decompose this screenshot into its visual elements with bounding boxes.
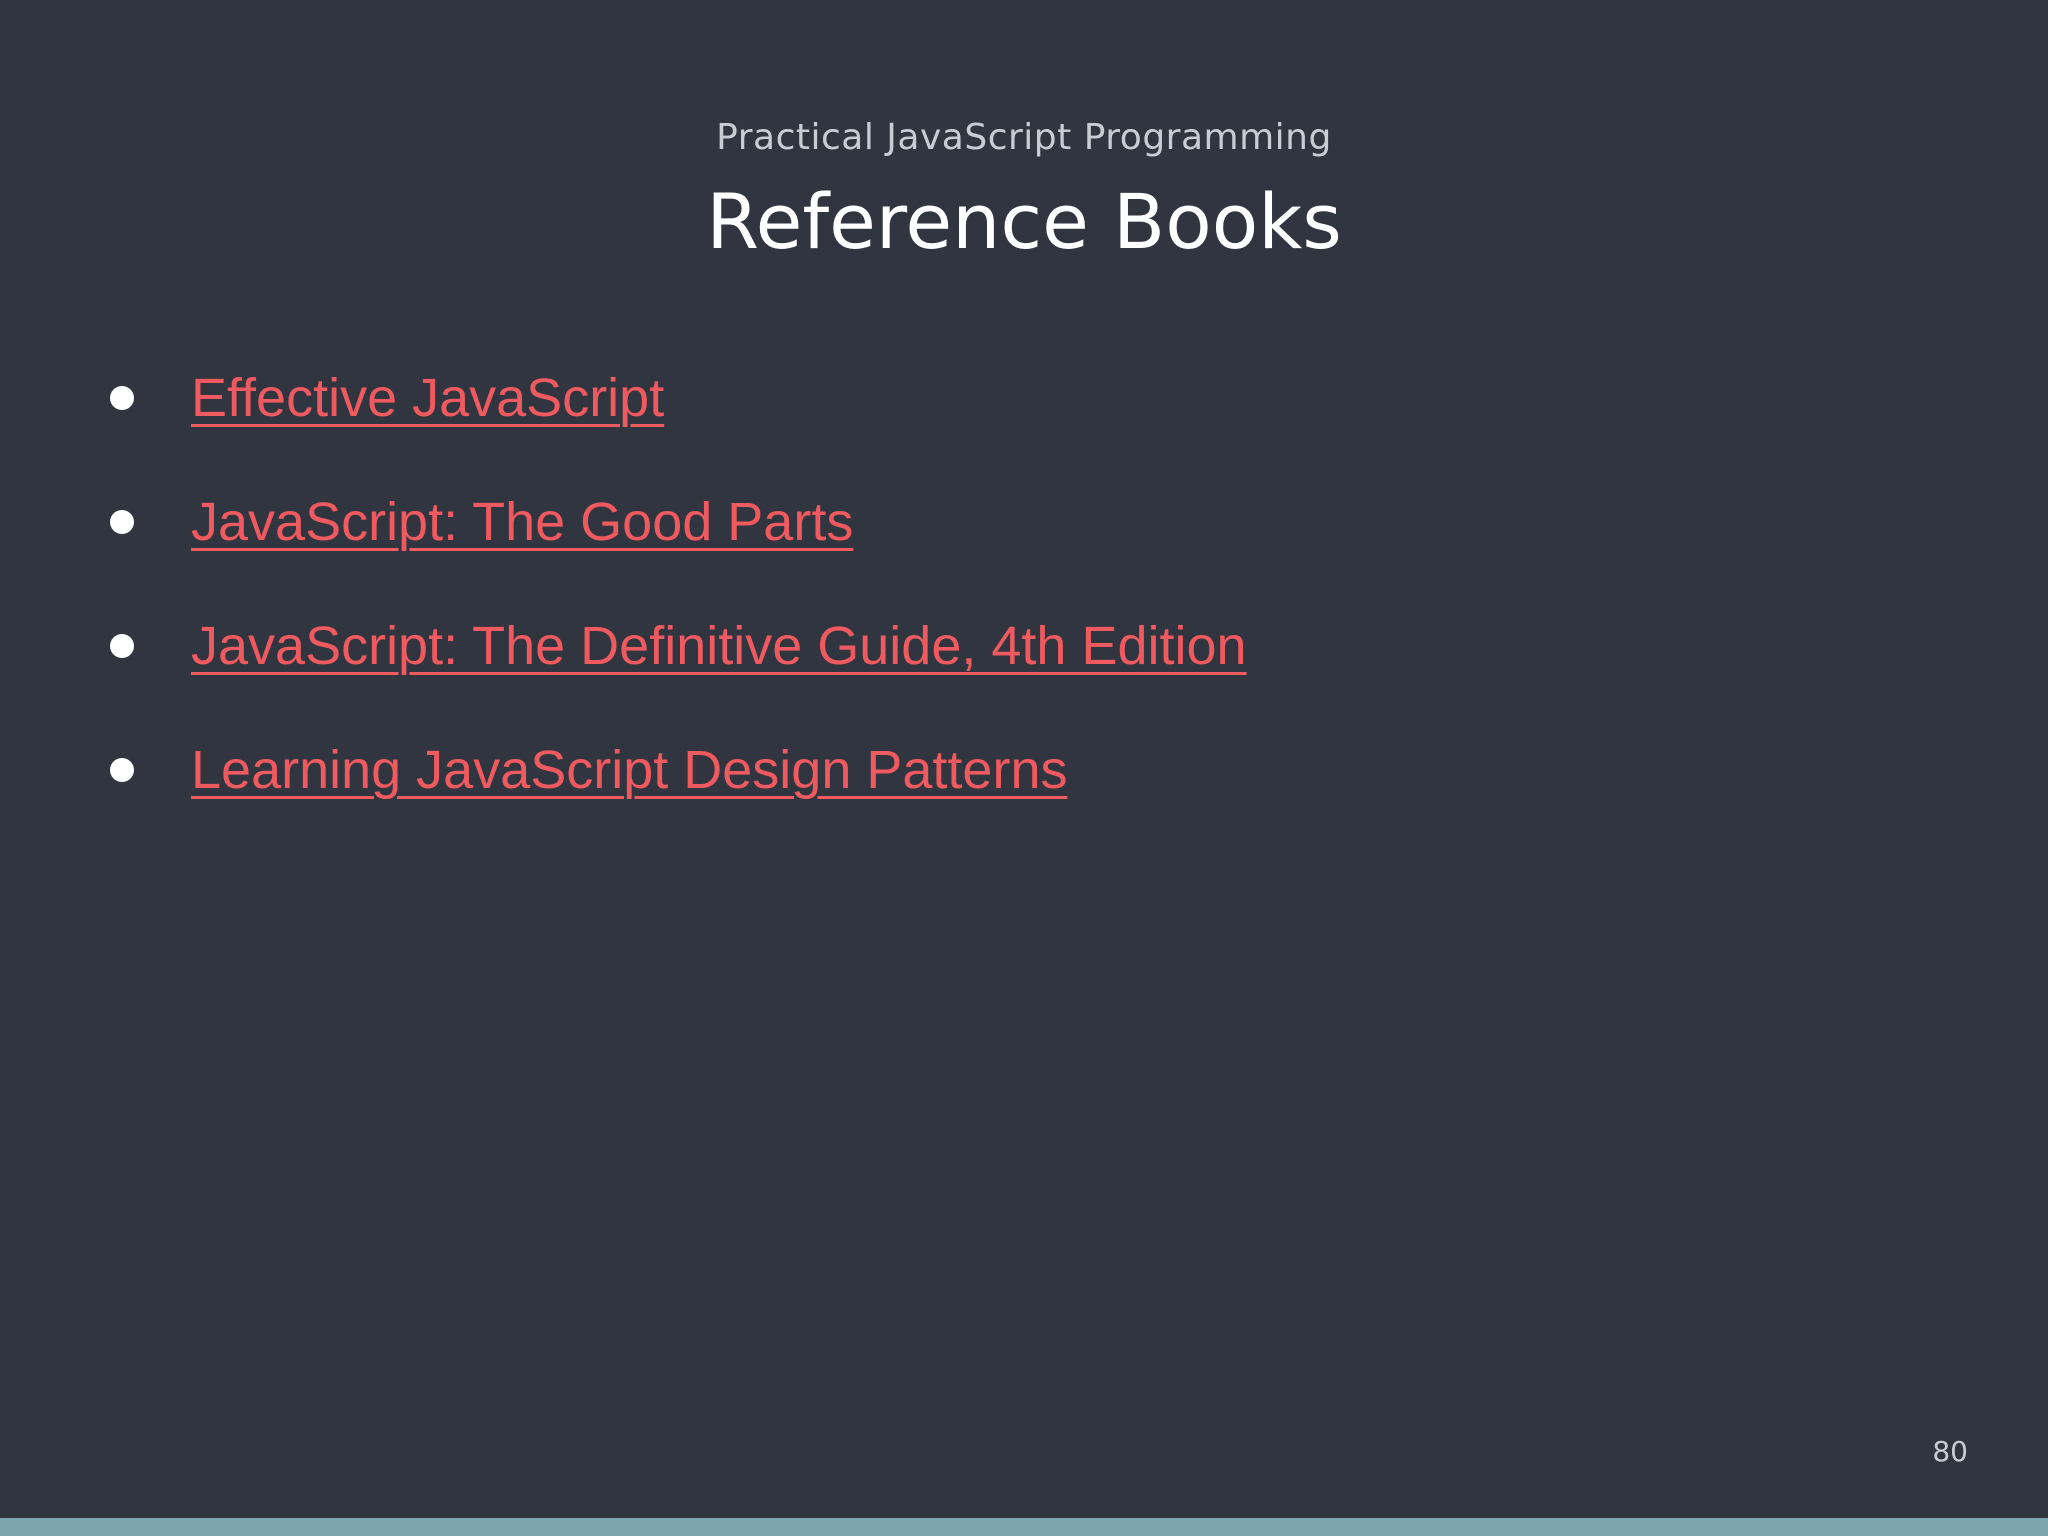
book-link-design-patterns[interactable]: Learning JavaScript Design Patterns — [191, 732, 1067, 808]
book-link-effective-javascript[interactable]: Effective JavaScript — [191, 360, 664, 436]
slide-title: Reference Books — [706, 177, 1342, 266]
bullet-icon — [110, 386, 134, 410]
book-link-definitive-guide[interactable]: JavaScript: The Definitive Guide, 4th Ed… — [191, 608, 1247, 684]
bullet-icon — [110, 510, 134, 534]
bullet-icon — [110, 758, 134, 782]
slide: Practical JavaScript Programming Referen… — [0, 0, 2048, 1536]
bullet-icon — [110, 634, 134, 658]
deck-title: Practical JavaScript Programming — [716, 117, 1332, 158]
footer-progress-bar — [0, 1518, 2048, 1536]
page-number: 80 — [1932, 1435, 1968, 1468]
book-link-good-parts[interactable]: JavaScript: The Good Parts — [191, 484, 853, 560]
